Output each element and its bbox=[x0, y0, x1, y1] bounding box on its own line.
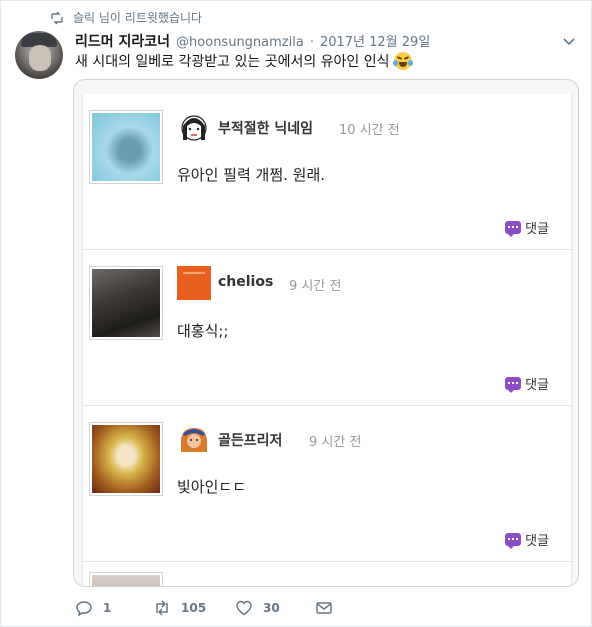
comment-bubble-icon bbox=[505, 377, 522, 393]
comment-list: 부적절한 닉네임 10 시간 전 유아인 필력 개쩜. 원래. 댓글 cheli… bbox=[82, 94, 573, 586]
comment-author[interactable]: chelios bbox=[218, 274, 273, 290]
comment-thumbnail bbox=[89, 572, 163, 586]
reply-icon bbox=[76, 601, 92, 617]
comment-item: 부적절한 닉네임 10 시간 전 유아인 필력 개쩜. 원래. 댓글 bbox=[83, 94, 573, 250]
tears-of-joy-emoji-icon bbox=[392, 52, 413, 70]
comment-thumbnail bbox=[89, 422, 163, 496]
retweet-icon bbox=[156, 600, 168, 616]
like-count: 30 bbox=[263, 601, 280, 615]
comment-thumbnail bbox=[89, 266, 163, 340]
comment-bubble-icon bbox=[505, 221, 522, 237]
tweet-header: 리드머 지라코너 @hoonsungnamzila · 2017년 12월 29… bbox=[75, 31, 430, 51]
comment-item-partial bbox=[83, 562, 573, 586]
envelope-icon bbox=[316, 602, 332, 614]
comment-thumbnail bbox=[89, 110, 163, 184]
reply-button[interactable]: 댓글 bbox=[505, 374, 549, 393]
tweet-text: 새 시대의 일베로 각광받고 있는 곳에서의 유아인 인식 bbox=[75, 51, 413, 71]
comment-time: 10 시간 전 bbox=[339, 123, 400, 138]
comment-author[interactable]: 부적절한 닉네임 bbox=[218, 118, 313, 138]
reply-label: 댓글 bbox=[525, 534, 549, 549]
comment-bubble-icon bbox=[505, 533, 522, 549]
comment-time: 9 시간 전 bbox=[289, 279, 342, 294]
like-action[interactable]: 30 bbox=[235, 599, 315, 617]
separator: · bbox=[309, 35, 314, 50]
comment-time: 9 시간 전 bbox=[309, 435, 362, 450]
cartoon-face-icon bbox=[181, 115, 207, 141]
orange-square-icon bbox=[177, 266, 211, 300]
retweet-action[interactable]: 105 bbox=[153, 599, 235, 617]
tweet-date[interactable]: 2017년 12월 29일 bbox=[320, 31, 430, 50]
avatar[interactable] bbox=[15, 31, 63, 79]
retweet-count: 105 bbox=[181, 601, 207, 615]
tweet-card[interactable]: 슬릭 님이 리트윗했습니다 리드머 지라코너 @hoonsungnamzila … bbox=[0, 0, 592, 627]
reply-label: 댓글 bbox=[525, 222, 549, 237]
comment-text: 빛아인ㄷㄷ bbox=[177, 478, 247, 496]
reply-count: 1 bbox=[103, 601, 112, 615]
heart-icon bbox=[236, 600, 252, 616]
tweet-actions: 1 105 30 bbox=[75, 599, 333, 617]
comment-item: chelios 9 시간 전 대홍식;; 댓글 bbox=[83, 250, 573, 406]
comment-text: 대홍식;; bbox=[177, 322, 229, 340]
chevron-down-icon[interactable] bbox=[561, 33, 577, 49]
display-name[interactable]: 리드머 지라코너 bbox=[75, 31, 170, 51]
tweet-text-body: 새 시대의 일베로 각광받고 있는 곳에서의 유아인 인식 bbox=[75, 54, 390, 70]
comment-item: 골든프리저 9 시간 전 빛아인ㄷㄷ 댓글 bbox=[83, 406, 573, 562]
reply-button[interactable]: 댓글 bbox=[505, 218, 549, 237]
reply-action[interactable]: 1 bbox=[75, 599, 153, 617]
comment-text: 유아인 필력 개쩜. 원래. bbox=[177, 166, 326, 184]
golden-character-icon bbox=[181, 428, 207, 452]
retweet-icon bbox=[51, 11, 63, 24]
retweet-context[interactable]: 슬릭 님이 리트윗했습니다 bbox=[49, 9, 202, 26]
username[interactable]: @hoonsungnamzila bbox=[176, 35, 304, 50]
reply-button[interactable]: 댓글 bbox=[505, 530, 549, 549]
reply-label: 댓글 bbox=[525, 378, 549, 393]
attached-image[interactable]: 부적절한 닉네임 10 시간 전 유아인 필력 개쩜. 원래. 댓글 cheli… bbox=[73, 79, 579, 587]
direct-message-action[interactable] bbox=[315, 599, 333, 617]
retweet-context-text: 슬릭 님이 리트윗했습니다 bbox=[73, 11, 203, 25]
comment-author[interactable]: 골든프리저 bbox=[218, 430, 282, 450]
